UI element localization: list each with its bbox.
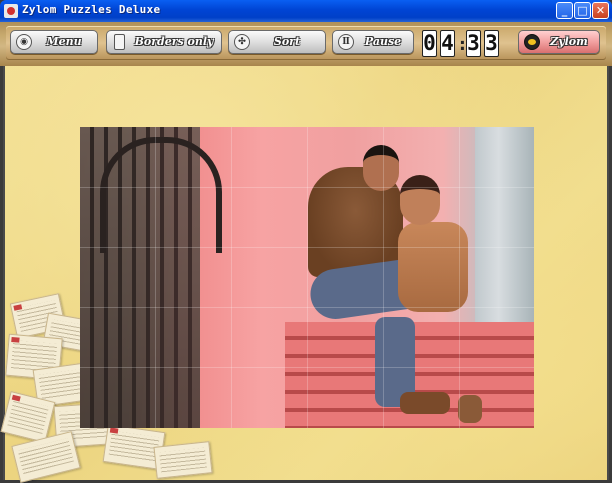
zylom-button[interactable]: Zylom [518, 30, 600, 54]
piece-seam [383, 127, 384, 428]
sort-button[interactable]: ✣ Sort [228, 30, 326, 54]
menu-button-label: Menu [46, 35, 82, 48]
window-title: Zylom Puzzles Deluxe [22, 3, 161, 16]
piece-seam [459, 127, 460, 428]
close-icon: ✕ [595, 4, 606, 17]
puzzle-image[interactable] [80, 127, 534, 428]
square-icon [114, 34, 125, 50]
zylom-button-label: Zylom [550, 35, 588, 48]
close-button[interactable]: ✕ [592, 2, 609, 19]
decor-letter [11, 431, 81, 483]
sort-button-label: Sort [273, 35, 301, 48]
piece-seam [155, 127, 156, 428]
piece-seam [80, 367, 534, 368]
app-icon[interactable] [4, 4, 18, 18]
timer-separator: : [457, 34, 468, 55]
timer-digit: 3 [466, 30, 481, 57]
jigsaw-icon: ✣ [234, 34, 250, 50]
borders-only-button[interactable]: Borders only [106, 30, 222, 54]
maximize-icon: □ [577, 4, 588, 17]
minimize-button[interactable]: _ [556, 2, 573, 19]
pause-button[interactable]: Ⅱ Pause [332, 30, 414, 54]
minimize-icon: _ [561, 4, 568, 17]
piece-seam [80, 307, 534, 308]
sandal-figure [458, 395, 482, 423]
menu-button[interactable]: ◉ Menu [10, 30, 98, 54]
timer-digit: 0 [422, 30, 437, 57]
zylom-logo-icon [524, 34, 540, 50]
title-bar: Zylom Puzzles Deluxe _ □ ✕ [0, 0, 612, 22]
decor-letter [153, 441, 213, 479]
man-head [363, 145, 399, 191]
borders-only-button-label: Borders only [134, 35, 214, 48]
piece-seam [80, 187, 534, 188]
pause-button-label: Pause [364, 35, 402, 48]
piece-seam [80, 247, 534, 248]
boot-figure [400, 392, 450, 414]
woman-head [400, 175, 440, 225]
pause-icon: Ⅱ [338, 34, 354, 50]
timer-digit: 3 [484, 30, 499, 57]
maximize-button[interactable]: □ [574, 2, 591, 19]
eye-icon: ◉ [16, 34, 32, 50]
gate-arch [100, 137, 222, 253]
piece-seam [307, 127, 308, 428]
woman-figure [398, 222, 468, 312]
piece-seam [231, 127, 232, 428]
timer-digit: 4 [440, 30, 455, 57]
